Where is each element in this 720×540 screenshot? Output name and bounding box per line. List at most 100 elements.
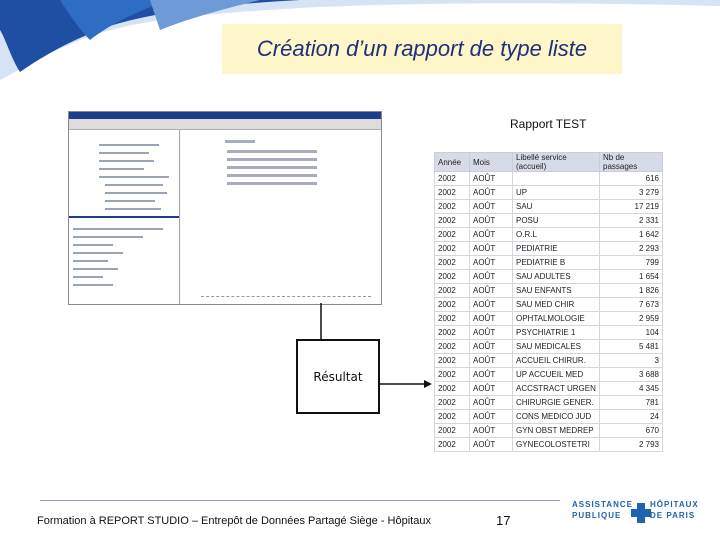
- cell-service: SAU MEDICALES: [512, 339, 600, 354]
- table-row: 2002 AOÛT PEDIATRIE B 799: [434, 255, 663, 270]
- cell-annee: 2002: [434, 367, 470, 382]
- cell-annee: 2002: [434, 255, 470, 270]
- report-table-body: 2002 AOÛT 616 2002 AOÛT UP 3 279 2002 AOÛT SAU 17 …: [434, 171, 663, 452]
- cell-passages: 781: [599, 395, 663, 410]
- cell-service: PEDIATRIE B: [512, 255, 600, 270]
- cell-passages: 7 673: [599, 297, 663, 312]
- cell-mois: AOÛT: [469, 227, 513, 242]
- cell-mois: AOÛT: [469, 339, 513, 354]
- cell-mois: AOÛT: [469, 381, 513, 396]
- cell-service: SAU: [512, 199, 600, 214]
- cell-service: [512, 171, 600, 186]
- table-row: 2002 AOÛT ACCSTRACT URGEN 4 345: [434, 381, 663, 396]
- cell-mois: AOÛT: [469, 353, 513, 368]
- cell-passages: 1 642: [599, 227, 663, 242]
- cell-annee: 2002: [434, 269, 470, 284]
- cell-mois: AOÛT: [469, 395, 513, 410]
- footer-divider: [40, 500, 560, 501]
- arrowhead-icon: [424, 380, 432, 388]
- cell-annee: 2002: [434, 185, 470, 200]
- cell-service: GYN OBST MEDREP: [512, 423, 600, 438]
- table-row: 2002 AOÛT SAU MED CHIR 7 673: [434, 297, 663, 312]
- cell-service: GYNECOLOSTETRI: [512, 437, 600, 452]
- cell-annee: 2002: [434, 311, 470, 326]
- cell-mois: AOÛT: [469, 437, 513, 452]
- screenshot-report-canvas: [181, 130, 381, 304]
- cell-service: SAU MED CHIR: [512, 297, 600, 312]
- cell-service: CHIRURGIE GENER.: [512, 395, 600, 410]
- cell-mois: AOÛT: [469, 269, 513, 284]
- table-header-row: Année Mois Libellé service (accueil) Nb …: [434, 152, 663, 172]
- logo-text-line1-right: HÔPITAUX: [650, 500, 699, 509]
- cell-passages: 616: [599, 171, 663, 186]
- table-row: 2002 AOÛT PSYCHIATRIE 1 104: [434, 325, 663, 340]
- cell-service: ACCSTRACT URGEN: [512, 381, 600, 396]
- cell-mois: AOÛT: [469, 311, 513, 326]
- cell-service: SAU ENFANTS: [512, 283, 600, 298]
- cell-annee: 2002: [434, 283, 470, 298]
- table-row: 2002 AOÛT POSU 2 331: [434, 213, 663, 228]
- report-title: Rapport TEST: [510, 117, 587, 131]
- cell-mois: AOÛT: [469, 297, 513, 312]
- table-row: 2002 AOÛT SAU ADULTES 1 654: [434, 269, 663, 284]
- slide-title-bar: Création d’un rapport de type liste: [222, 24, 622, 74]
- cell-annee: 2002: [434, 437, 470, 452]
- cell-passages: 104: [599, 325, 663, 340]
- table-row: 2002 AOÛT ACCUEIL CHIRUR. 3: [434, 353, 663, 368]
- cell-annee: 2002: [434, 227, 470, 242]
- cell-passages: 2 959: [599, 311, 663, 326]
- cell-passages: 2 293: [599, 241, 663, 256]
- slide-title: Création d’un rapport de type liste: [256, 36, 588, 61]
- cell-annee: 2002: [434, 339, 470, 354]
- table-row: 2002 AOÛT SAU 17 219: [434, 199, 663, 214]
- cell-service: UP ACCUEIL MED: [512, 367, 600, 382]
- cell-service: O.R.L: [512, 227, 600, 242]
- cell-passages: 1 826: [599, 283, 663, 298]
- table-row: 2002 AOÛT SAU ENFANTS 1 826: [434, 283, 663, 298]
- cell-service: PSYCHIATRIE 1: [512, 325, 600, 340]
- result-callout-box: Résultat: [296, 339, 380, 414]
- cell-annee: 2002: [434, 423, 470, 438]
- cell-mois: AOÛT: [469, 241, 513, 256]
- column-header-annee: Année: [434, 152, 470, 172]
- cell-mois: AOÛT: [469, 409, 513, 424]
- table-row: 2002 AOÛT CONS MEDICO JUD 24: [434, 409, 663, 424]
- screenshot-toolbar: [69, 119, 381, 130]
- cell-mois: AOÛT: [469, 199, 513, 214]
- table-row: 2002 AOÛT OPHTALMOLOGIE 2 959: [434, 311, 663, 326]
- table-row: 2002 AOÛT UP ACCUEIL MED 3 688: [434, 367, 663, 382]
- cell-annee: 2002: [434, 213, 470, 228]
- cell-passages: 670: [599, 423, 663, 438]
- logo-text-line2-left: PUBLIQUE: [572, 511, 622, 520]
- screenshot-properties-panel: [69, 216, 179, 304]
- cell-service: POSU: [512, 213, 600, 228]
- cell-passages: 17 219: [599, 199, 663, 214]
- cell-annee: 2002: [434, 325, 470, 340]
- cell-service: CONS MEDICO JUD: [512, 409, 600, 424]
- cell-mois: AOÛT: [469, 325, 513, 340]
- cell-mois: AOÛT: [469, 185, 513, 200]
- cell-passages: 3 688: [599, 367, 663, 382]
- column-header-service: Libellé service (accueil): [512, 152, 600, 172]
- footer-text: Formation à REPORT STUDIO – Entrepôt de …: [37, 515, 431, 527]
- cell-passages: 1 654: [599, 269, 663, 284]
- cell-annee: 2002: [434, 409, 470, 424]
- table-row: 2002 AOÛT CHIRURGIE GENER. 781: [434, 395, 663, 410]
- cell-passages: 2 331: [599, 213, 663, 228]
- cell-annee: 2002: [434, 395, 470, 410]
- cell-service: OPHTALMOLOGIE: [512, 311, 600, 326]
- table-row: 2002 AOÛT GYNECOLOSTETRI 2 793: [434, 437, 663, 452]
- logo-text-line1-left: ASSISTANCE: [572, 500, 633, 509]
- cell-annee: 2002: [434, 171, 470, 186]
- cell-service: ACCUEIL CHIRUR.: [512, 353, 600, 368]
- cell-annee: 2002: [434, 241, 470, 256]
- cell-mois: AOÛT: [469, 283, 513, 298]
- table-row: 2002 AOÛT PEDIATRIE 2 293: [434, 241, 663, 256]
- cell-passages: 3: [599, 353, 663, 368]
- report-studio-screenshot: [68, 111, 382, 305]
- cell-passages: 24: [599, 409, 663, 424]
- cell-annee: 2002: [434, 353, 470, 368]
- table-row: 2002 AOÛT UP 3 279: [434, 185, 663, 200]
- cell-annee: 2002: [434, 199, 470, 214]
- result-callout-label: Résultat: [313, 369, 363, 384]
